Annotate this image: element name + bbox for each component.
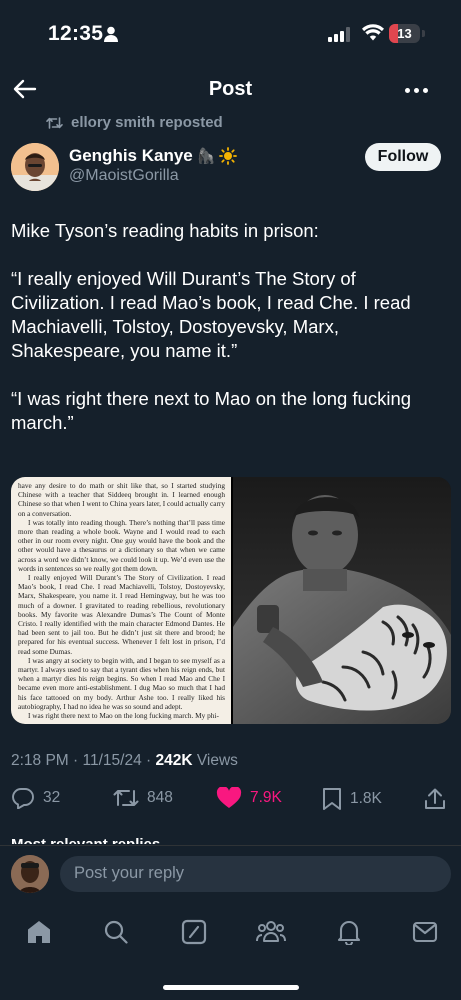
tweet-media[interactable]: have any desire to do math or shit like …	[11, 477, 451, 724]
tab-communities[interactable]	[256, 917, 286, 947]
status-bar: 12:35 13	[0, 0, 461, 70]
battery-tip	[422, 30, 425, 37]
post-timestamp: 2:18 PM · 11/15/24 ·	[11, 752, 156, 769]
action-bar: 32 848 7.9K 1.8K	[0, 787, 461, 813]
home-icon	[28, 921, 50, 943]
repost-count: 848	[147, 789, 173, 806]
reply-icon	[12, 788, 34, 809]
grok-icon	[181, 919, 207, 945]
book-paragraph: I was angry at society to begin with, an…	[18, 655, 225, 711]
tab-grok[interactable]	[179, 917, 209, 947]
bookmark-icon	[323, 788, 341, 810]
messages-icon	[412, 921, 438, 943]
home-indicator	[163, 985, 299, 990]
search-icon	[104, 920, 128, 944]
tweet-paragraph: Mike Tyson’s reading habits in prison:	[11, 220, 319, 241]
repost-icon	[113, 790, 139, 806]
like-count: 7.9K	[250, 789, 282, 806]
tweet-paragraph: “I was right there next to Mao on the lo…	[11, 388, 417, 433]
tab-messages[interactable]	[410, 917, 440, 947]
page-title: Post	[208, 78, 253, 100]
reply-input[interactable]: Post your reply	[60, 856, 451, 892]
more-icon	[404, 87, 410, 93]
tweet-paragraph: “I really enjoyed Will Durant’s The Stor…	[11, 268, 416, 361]
tweet-text: Mike Tyson’s reading habits in prison: “…	[11, 219, 451, 459]
tab-notifications[interactable]	[334, 917, 364, 947]
tyson-tiger-photo[interactable]	[233, 477, 451, 724]
book-page-image[interactable]: have any desire to do math or shit like …	[11, 477, 231, 724]
signal-icon	[328, 27, 350, 42]
more-options-button[interactable]	[400, 80, 432, 100]
avatar-image	[11, 143, 59, 191]
sun-icon	[219, 147, 238, 165]
tab-search[interactable]	[101, 917, 131, 947]
author-avatar[interactable]	[11, 143, 59, 191]
book-paragraph: I really enjoyed Will Durant’s The Story…	[18, 573, 225, 656]
like-icon	[216, 787, 242, 808]
follow-button[interactable]: Follow	[365, 143, 441, 171]
wifi-icon	[362, 24, 384, 41]
communities-icon	[256, 921, 286, 942]
tab-bar	[0, 905, 461, 965]
bookmark-button[interactable]: 1.8K	[322, 787, 382, 811]
like-button[interactable]: 7.9K	[216, 787, 282, 809]
tab-home[interactable]	[24, 917, 54, 947]
status-time: 12:35	[48, 22, 104, 45]
battery-level: 13	[397, 26, 412, 41]
repost-icon	[46, 116, 63, 129]
author-handle[interactable]: @MaoistGorilla	[69, 167, 179, 185]
bookmark-count: 1.8K	[350, 790, 382, 807]
photo-image	[233, 477, 451, 724]
share-icon	[425, 788, 445, 809]
user-avatar[interactable]	[11, 855, 49, 893]
person-icon	[104, 26, 118, 42]
book-paragraph: I was totally into reading though. There…	[18, 517, 225, 573]
reply-button[interactable]: 32	[11, 787, 60, 809]
book-paragraph: have any desire to do math or shit like …	[18, 481, 225, 518]
repost-indicator[interactable]: ellory smith reposted	[46, 114, 223, 131]
notifications-icon	[337, 921, 361, 945]
repost-label: ellory smith reposted	[71, 114, 223, 131]
share-button[interactable]	[424, 787, 446, 811]
views-label: Views	[192, 752, 238, 769]
post-meta: 2:18 PM · 11/15/24 · 242K Views	[11, 752, 238, 770]
user-avatar-image	[11, 855, 49, 893]
author-name: Genghis Kanye	[69, 146, 193, 165]
book-paragraph: I was right there next to Mao on the lon…	[28, 711, 219, 721]
gorilla-icon: 🦍	[196, 148, 216, 165]
battery-indicator: 13	[389, 24, 420, 43]
views-count: 242K	[155, 752, 193, 769]
reply-count: 32	[43, 789, 61, 806]
author-name-row[interactable]: Genghis Kanye 🦍	[69, 146, 238, 166]
more-replies-toggle[interactable]: Most relevant replies	[11, 836, 160, 844]
repost-button[interactable]: 848	[113, 787, 173, 809]
